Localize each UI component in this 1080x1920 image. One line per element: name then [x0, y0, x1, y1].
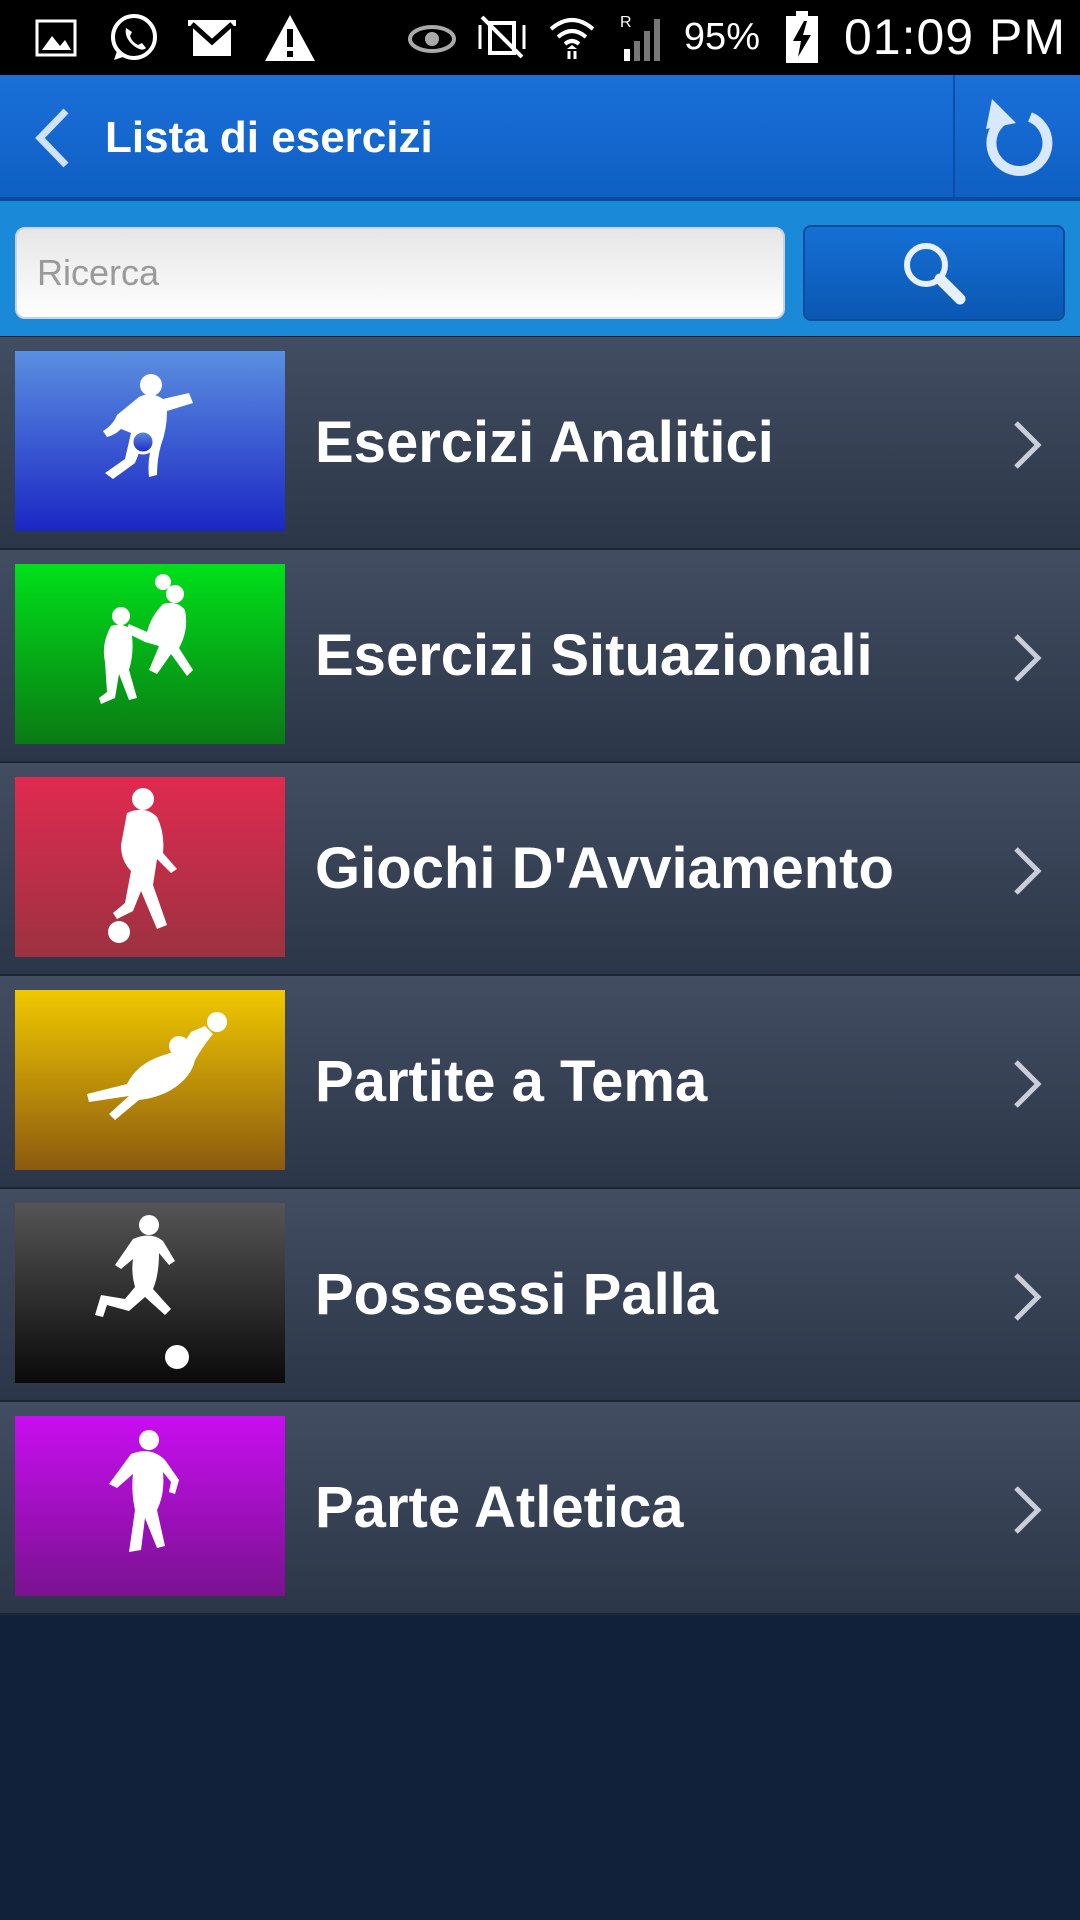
- player-athletic-icon: [15, 1416, 285, 1596]
- exercise-list: Esercizi Analitici Esercizi Situazionali: [0, 337, 1080, 1615]
- back-button[interactable]: [26, 103, 86, 173]
- thumbnail: [15, 1416, 285, 1596]
- thumbnail: [15, 777, 285, 957]
- list-item-label: Parte Atletica: [315, 1475, 684, 1540]
- chevron-right-icon: [1014, 421, 1042, 469]
- chevron-right-icon: [1014, 1486, 1042, 1534]
- list-item-label: Possessi Palla: [315, 1262, 719, 1327]
- status-bar: R 95% 01:09 PM: [0, 0, 1080, 75]
- vibrate-mute-icon: [474, 9, 530, 65]
- thumbnail: [15, 351, 285, 531]
- list-item[interactable]: Esercizi Situazionali: [0, 550, 1080, 763]
- action-bar-divider: [953, 75, 955, 197]
- list-item[interactable]: Giochi D'Avviamento: [0, 763, 1080, 976]
- search-button[interactable]: [803, 225, 1065, 321]
- chevron-left-icon: [35, 108, 69, 168]
- thumbnail: [15, 564, 285, 744]
- players-header-icon: [15, 564, 285, 744]
- list-item[interactable]: Possessi Palla: [0, 1189, 1080, 1402]
- battery-percent: 95%: [683, 15, 760, 58]
- search-icon: [904, 243, 966, 305]
- warning-icon: [262, 10, 318, 66]
- list-item[interactable]: Esercizi Analitici: [0, 337, 1080, 550]
- list-item[interactable]: Parte Atletica: [0, 1402, 1080, 1615]
- signal-icon: R: [614, 9, 670, 65]
- list-item-label: Esercizi Analitici: [315, 410, 774, 475]
- svg-text:R: R: [620, 14, 632, 31]
- goalkeeper-dive-icon: [15, 990, 285, 1170]
- chevron-right-icon: [1014, 1060, 1042, 1108]
- list-item-label: Partite a Tema: [315, 1049, 708, 1114]
- player-dribble-icon: [15, 777, 285, 957]
- chevron-right-icon: [1014, 1273, 1042, 1321]
- refresh-button[interactable]: [978, 95, 1058, 179]
- whatsapp-icon: [106, 10, 162, 66]
- player-kick-icon: [15, 351, 285, 531]
- thumbnail: [15, 1203, 285, 1383]
- refresh-icon: [986, 99, 1053, 176]
- battery-charging-icon: [774, 9, 830, 65]
- eye-icon: [404, 9, 460, 65]
- search-input[interactable]: [15, 227, 785, 319]
- search-bar: [0, 201, 1080, 336]
- page-title: Lista di esercizi: [105, 113, 433, 162]
- chevron-right-icon: [1014, 634, 1042, 682]
- clock: 01:09 PM: [843, 9, 1066, 65]
- gmail-icon: [184, 10, 240, 66]
- action-bar: Lista di esercizi: [0, 75, 1080, 201]
- list-item[interactable]: Partite a Tema: [0, 976, 1080, 1189]
- chevron-right-icon: [1014, 847, 1042, 895]
- image-icon: [28, 10, 84, 66]
- list-item-label: Esercizi Situazionali: [315, 623, 873, 688]
- wifi-icon: [544, 9, 600, 65]
- list-item-label: Giochi D'Avviamento: [315, 836, 894, 901]
- thumbnail: [15, 990, 285, 1170]
- player-run-ball-icon: [15, 1203, 285, 1383]
